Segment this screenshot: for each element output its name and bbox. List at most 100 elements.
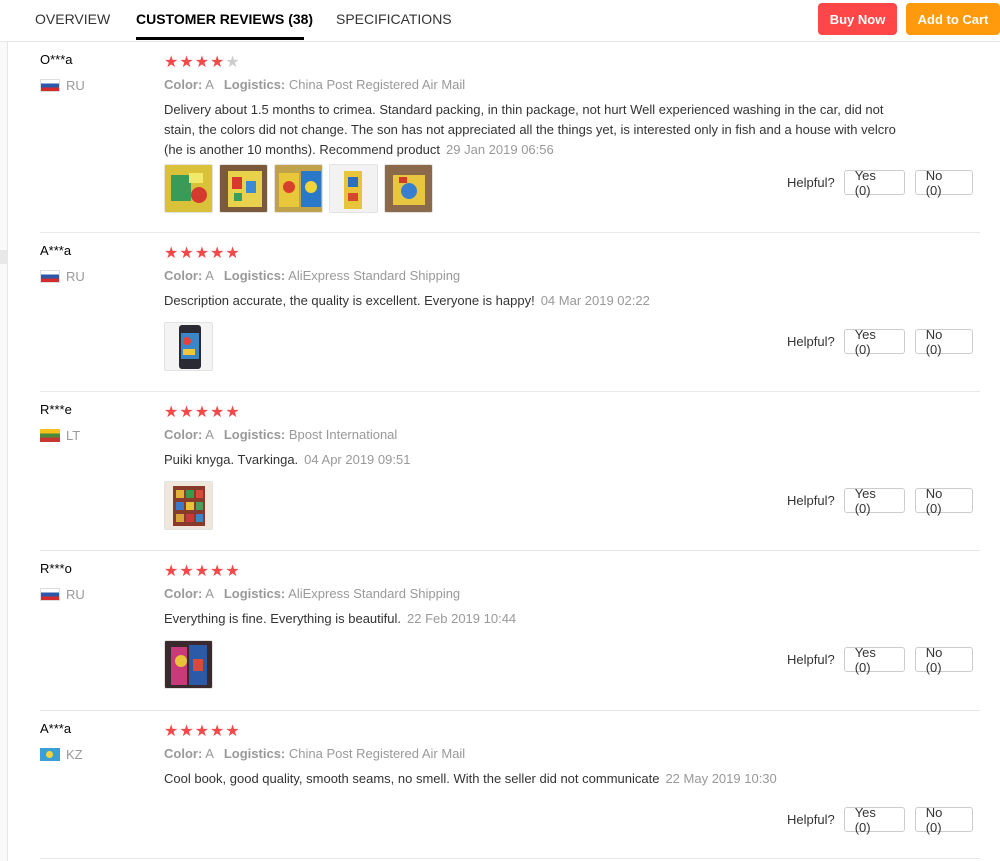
reviewer-name: A***a xyxy=(40,243,72,258)
review-date: 22 Feb 2019 10:44 xyxy=(407,611,517,626)
country-code: LT xyxy=(66,428,81,443)
star-icon: ★ xyxy=(210,723,226,740)
buy-now-button[interactable]: Buy Now xyxy=(818,3,897,35)
helpful-no-button[interactable]: No (0) xyxy=(914,805,973,835)
reviewer-country: KZ xyxy=(40,747,83,762)
helpful-yes-button[interactable]: Yes (0) xyxy=(843,805,905,835)
review-date: 04 Apr 2019 09:51 xyxy=(304,452,411,467)
review-text: Delivery about 1.5 months to crimea. Sta… xyxy=(164,102,896,157)
sku-color: A xyxy=(205,427,214,442)
star-icon: ★ xyxy=(194,54,211,71)
review-date: 22 May 2019 10:30 xyxy=(665,771,777,786)
country-code: RU xyxy=(66,587,85,602)
star-icon: ★ xyxy=(179,723,195,740)
review-photo[interactable] xyxy=(384,164,433,213)
review-meta: Color: A Logistics: China Post Registered… xyxy=(164,746,466,761)
flag-icon-kz xyxy=(40,748,60,761)
reviewer-country: LT xyxy=(40,428,80,443)
star-rating: ★★★★★ xyxy=(164,52,241,72)
helpful-label: Helpful? xyxy=(787,652,835,667)
review-meta: Color: A Logistics: China Post Registered… xyxy=(164,77,466,92)
tab-overview[interactable]: OVERVIEW xyxy=(35,11,110,27)
helpful-yes-button[interactable]: Yes (0) xyxy=(843,645,905,675)
helpful-label: Helpful? xyxy=(787,812,835,827)
logistics-method: China Post Registered Air Mail xyxy=(288,77,466,92)
flag-icon-lt xyxy=(40,429,60,442)
star-icon: ★ xyxy=(179,54,195,71)
review-photo[interactable] xyxy=(274,164,323,213)
flag-icon-ru xyxy=(40,588,60,601)
reviewer-name: R***e xyxy=(40,402,72,417)
reviewer-country: RU xyxy=(40,78,85,93)
tab-bar: OVERVIEW CUSTOMER REVIEWS (38) SPECIFICA… xyxy=(0,0,1000,42)
helpful-yes-button[interactable]: Yes (0) xyxy=(843,486,905,516)
review-meta: Color: A Logistics: AliExpress Standard S… xyxy=(164,268,461,283)
star-rating: ★★★★★ xyxy=(164,243,241,263)
logistics-method: AliExpress Standard Shipping xyxy=(288,268,461,283)
review-photo[interactable] xyxy=(164,164,213,213)
review-date: 29 Jan 2019 06:56 xyxy=(446,142,554,157)
star-icon: ★ xyxy=(210,245,226,262)
helpful-vote: Helpful? Yes (0) No (0) xyxy=(787,645,973,675)
star-icon: ★ xyxy=(225,245,241,262)
star-icon: ★ xyxy=(164,404,180,421)
sku-color: A xyxy=(205,746,214,761)
logistics-method: China Post Registered Air Mail xyxy=(288,746,466,761)
review-meta: Color: A Logistics: AliExpress Standard S… xyxy=(164,586,461,601)
star-icon: ★ xyxy=(194,404,211,421)
review-photos xyxy=(164,640,219,689)
star-icon: ★ xyxy=(210,54,226,71)
helpful-no-button[interactable]: No (0) xyxy=(914,645,973,675)
logistics-method: AliExpress Standard Shipping xyxy=(288,586,461,601)
review-date: 04 Mar 2019 02:22 xyxy=(540,293,650,308)
review-text: Cool book, good quality, smooth seams, n… xyxy=(164,771,777,786)
helpful-yes-button[interactable]: Yes (0) xyxy=(843,168,905,198)
star-icon: ★ xyxy=(164,723,180,740)
helpful-no-button[interactable]: No (0) xyxy=(914,327,973,357)
active-tab-indicator xyxy=(136,37,304,40)
review-text: Everything is fine. Everything is beauti… xyxy=(164,611,517,626)
helpful-yes-button[interactable]: Yes (0) xyxy=(843,327,905,357)
review-photos xyxy=(164,164,439,213)
star-icon: ★ xyxy=(210,563,226,580)
review-item: O***a RU ★★★★★ Color: A Logistics: China … xyxy=(40,42,980,233)
review-photo[interactable] xyxy=(219,164,268,213)
review-item: R***o RU ★★★★★ Color: A Logistics: AliExp… xyxy=(40,551,980,711)
review-item: R***e LT ★★★★★ Color: A Logistics: Bpost … xyxy=(40,392,980,551)
review-photo[interactable] xyxy=(164,481,213,530)
reviewer-name: A***a xyxy=(40,721,72,736)
helpful-no-button[interactable]: No (0) xyxy=(914,486,973,516)
reviewer-name: R***o xyxy=(40,561,72,576)
star-icon: ★ xyxy=(210,404,226,421)
star-icon: ★ xyxy=(164,563,180,580)
review-photo[interactable] xyxy=(164,640,213,689)
helpful-vote: Helpful? Yes (0) No (0) xyxy=(787,486,973,516)
reviewer-country: RU xyxy=(40,269,85,284)
helpful-vote: Helpful? Yes (0) No (0) xyxy=(787,168,973,198)
star-rating: ★★★★★ xyxy=(164,402,241,422)
review-text: Description accurate, the quality is exc… xyxy=(164,293,650,308)
review-photo[interactable] xyxy=(329,164,378,213)
reviewer-name: O***a xyxy=(40,52,73,67)
sku-color: A xyxy=(205,77,214,92)
reviewer-country: RU xyxy=(40,587,85,602)
flag-icon-ru xyxy=(40,79,60,92)
review-meta: Color: A Logistics: Bpost International xyxy=(164,427,398,442)
helpful-no-button[interactable]: No (0) xyxy=(914,168,973,198)
tab-specifications[interactable]: SPECIFICATIONS xyxy=(336,11,452,27)
helpful-label: Helpful? xyxy=(787,493,835,508)
review-photo[interactable] xyxy=(164,322,213,371)
star-icon: ★ xyxy=(179,563,195,580)
review-text: Puiki knyga. Tvarkinga. 04 Apr 2019 09:51 xyxy=(164,452,411,467)
tab-customer-reviews[interactable]: CUSTOMER REVIEWS (38) xyxy=(136,11,313,27)
star-icon: ★ xyxy=(194,723,211,740)
logistics-method: Bpost International xyxy=(288,427,398,442)
review-photos xyxy=(164,322,219,371)
star-icon: ★ xyxy=(179,404,195,421)
add-to-cart-button[interactable]: Add to Cart xyxy=(906,3,1000,35)
flag-icon-ru xyxy=(40,270,60,283)
star-icon: ★ xyxy=(194,563,211,580)
country-code: RU xyxy=(66,78,85,93)
star-icon: ★ xyxy=(194,245,211,262)
review-item: A***a KZ ★★★★★ Color: A Logistics: China … xyxy=(40,711,980,859)
